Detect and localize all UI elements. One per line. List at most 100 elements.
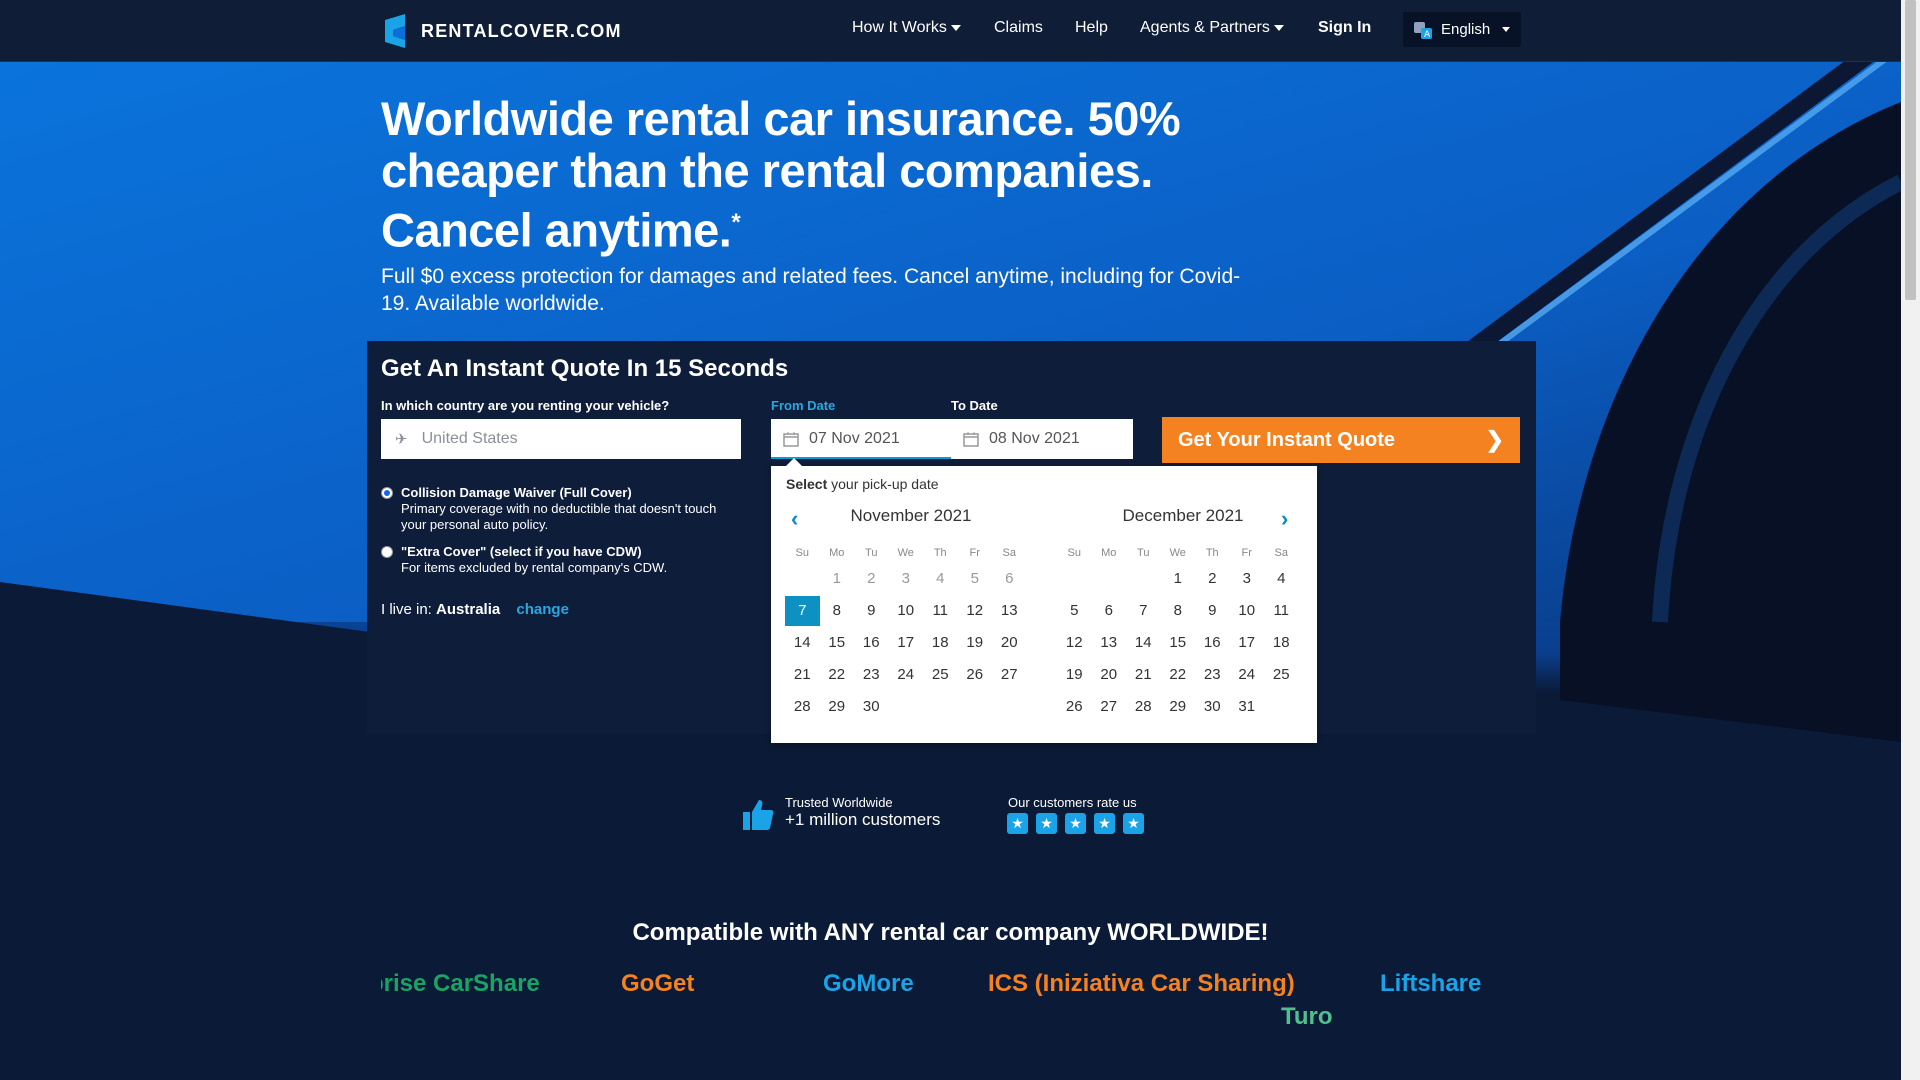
translate-icon: A xyxy=(1414,21,1432,40)
site-logo[interactable]: RENTALCOVER.COM xyxy=(381,14,622,48)
calendar-day[interactable]: 6 xyxy=(1092,596,1127,626)
calendar-day[interactable]: 12 xyxy=(1057,628,1092,658)
calendar-day[interactable]: 5 xyxy=(1057,596,1092,626)
calendar-day[interactable]: 22 xyxy=(820,660,855,690)
calendar-day[interactable]: 14 xyxy=(785,628,820,658)
calendar-day[interactable]: 7 xyxy=(1126,596,1161,626)
calendar-day[interactable]: 12 xyxy=(958,596,993,626)
hero-title-line-3: Cancel anytime. xyxy=(381,203,732,257)
cover-option-extra-title: "Extra Cover" (select if you have CDW) xyxy=(401,544,642,559)
calendar-day[interactable]: 18 xyxy=(923,628,958,658)
trust-value: +1 million customers xyxy=(785,810,941,829)
calendar-day[interactable]: 8 xyxy=(1161,596,1196,626)
calendar-day[interactable]: 21 xyxy=(1126,660,1161,690)
calendar-day[interactable]: 2 xyxy=(1195,564,1230,594)
month-title: November 2021 xyxy=(850,506,972,525)
calendar-day[interactable]: 16 xyxy=(854,628,889,658)
calendar-day[interactable]: 19 xyxy=(1057,660,1092,690)
calendar-day[interactable]: 30 xyxy=(854,692,889,722)
weekday-header: Mo xyxy=(1101,547,1117,559)
cover-option-cdw[interactable]: Collision Damage Waiver (Full Cover) Prim… xyxy=(381,485,741,535)
calendar-day[interactable]: 22 xyxy=(1161,660,1196,690)
calendar-day[interactable]: 21 xyxy=(785,660,820,690)
scrollbar-thumb[interactable] xyxy=(1905,0,1916,300)
change-residence-link[interactable]: change xyxy=(516,601,569,618)
calendar-day[interactable]: 20 xyxy=(992,628,1027,658)
star-icon: ★ xyxy=(1065,813,1086,834)
calendar-day[interactable]: 18 xyxy=(1264,628,1299,658)
nav-claims[interactable]: Claims xyxy=(994,19,1043,37)
calendar-day[interactable]: 11 xyxy=(1264,596,1299,626)
page-scrollbar[interactable] xyxy=(1901,0,1920,1080)
brand-liftshare: Liftshare xyxy=(1380,970,1482,997)
calendar-day[interactable]: 29 xyxy=(820,692,855,722)
calendar-day[interactable]: 11 xyxy=(923,596,958,626)
brand-gomore: GoMore xyxy=(823,970,914,997)
cover-option-extra[interactable]: "Extra Cover" (select if you have CDW) Fo… xyxy=(381,544,741,580)
calendar-day[interactable]: 13 xyxy=(992,596,1027,626)
from-date-input[interactable]: 07 Nov 2021 xyxy=(771,419,951,459)
calendar-day[interactable]: 1 xyxy=(1161,564,1196,594)
calendar-day[interactable]: 30 xyxy=(1195,692,1230,722)
sign-in-link[interactable]: Sign In xyxy=(1318,19,1371,37)
calendar-day[interactable]: 25 xyxy=(923,660,958,690)
calendar-day[interactable]: 15 xyxy=(1161,628,1196,658)
calendar-day[interactable]: 29 xyxy=(1161,692,1196,722)
calendar-icon xyxy=(963,432,979,447)
date-picker-prompt-bold: Select xyxy=(786,476,828,492)
calendar-day[interactable]: 23 xyxy=(854,660,889,690)
nav-agents-partners[interactable]: Agents & Partners xyxy=(1140,19,1284,37)
logo-mark-icon xyxy=(385,14,405,48)
radio-cdw[interactable] xyxy=(381,487,393,499)
calendar-day[interactable]: 10 xyxy=(1230,596,1265,626)
weekday-header: Mo xyxy=(829,547,845,559)
get-quote-button[interactable]: Get Your Instant Quote ❯ xyxy=(1162,417,1520,463)
calendar-day[interactable]: 10 xyxy=(889,596,924,626)
rating-label: Our customers rate us xyxy=(1008,795,1137,810)
hero-title-line-1: Worldwide rental car insurance. 50% xyxy=(381,92,1181,145)
calendar-day[interactable]: 14 xyxy=(1126,628,1161,658)
nav-help[interactable]: Help xyxy=(1075,19,1108,37)
country-label: In which country are you renting your ve… xyxy=(381,398,670,413)
calendar-day[interactable]: 17 xyxy=(889,628,924,658)
radio-extra-cover[interactable] xyxy=(381,546,393,558)
nav-how-it-works[interactable]: How It Works xyxy=(852,19,961,37)
country-value: United States xyxy=(421,430,518,447)
cover-option-cdw-title: Collision Damage Waiver (Full Cover) xyxy=(401,485,632,500)
calendar-day[interactable]: 27 xyxy=(992,660,1027,690)
calendar-day[interactable]: 27 xyxy=(1092,692,1127,722)
calendar-day[interactable]: 9 xyxy=(1195,596,1230,626)
calendar-day[interactable]: 9 xyxy=(854,596,889,626)
language-label: English xyxy=(1441,21,1491,38)
calendar-day[interactable]: 3 xyxy=(1230,564,1265,594)
cover-option-cdw-desc: Primary coverage with no deductible that… xyxy=(401,501,717,532)
calendar-day[interactable]: 15 xyxy=(820,628,855,658)
date-picker-prompt: Select your pick-up date xyxy=(786,476,939,492)
calendar-day[interactable]: 13 xyxy=(1092,628,1127,658)
calendar-day[interactable]: 26 xyxy=(958,660,993,690)
calendar-day[interactable]: 20 xyxy=(1092,660,1127,690)
calendar-day[interactable]: 28 xyxy=(785,692,820,722)
calendar-day[interactable]: 23 xyxy=(1195,660,1230,690)
calendar-day[interactable]: 16 xyxy=(1195,628,1230,658)
thumbs-up-icon xyxy=(743,800,774,830)
calendar-icon xyxy=(783,432,799,447)
calendar-day[interactable]: 19 xyxy=(958,628,993,658)
date-picker-popup: Select your pick-up date ‹ › November 20… xyxy=(771,458,1317,743)
calendar-day[interactable]: 17 xyxy=(1230,628,1265,658)
hero-title-footnote-mark: * xyxy=(731,209,741,236)
calendar-day[interactable]: 28 xyxy=(1126,692,1161,722)
to-date-input[interactable]: 08 Nov 2021 xyxy=(951,419,1131,459)
calendar-day[interactable]: 31 xyxy=(1230,692,1265,722)
logo-text: RENTALCOVER.COM xyxy=(421,20,622,41)
calendar-day-selected[interactable]: 7 xyxy=(785,596,820,626)
calendar-day[interactable]: 24 xyxy=(889,660,924,690)
calendar-day[interactable]: 4 xyxy=(1264,564,1299,594)
language-selector[interactable]: A English xyxy=(1403,12,1521,47)
country-input[interactable]: ✈ United States xyxy=(381,419,741,459)
calendar-day[interactable]: 8 xyxy=(820,596,855,626)
star-icon: ★ xyxy=(1007,813,1028,834)
calendar-day[interactable]: 24 xyxy=(1230,660,1265,690)
calendar-day[interactable]: 26 xyxy=(1057,692,1092,722)
calendar-day[interactable]: 25 xyxy=(1264,660,1299,690)
